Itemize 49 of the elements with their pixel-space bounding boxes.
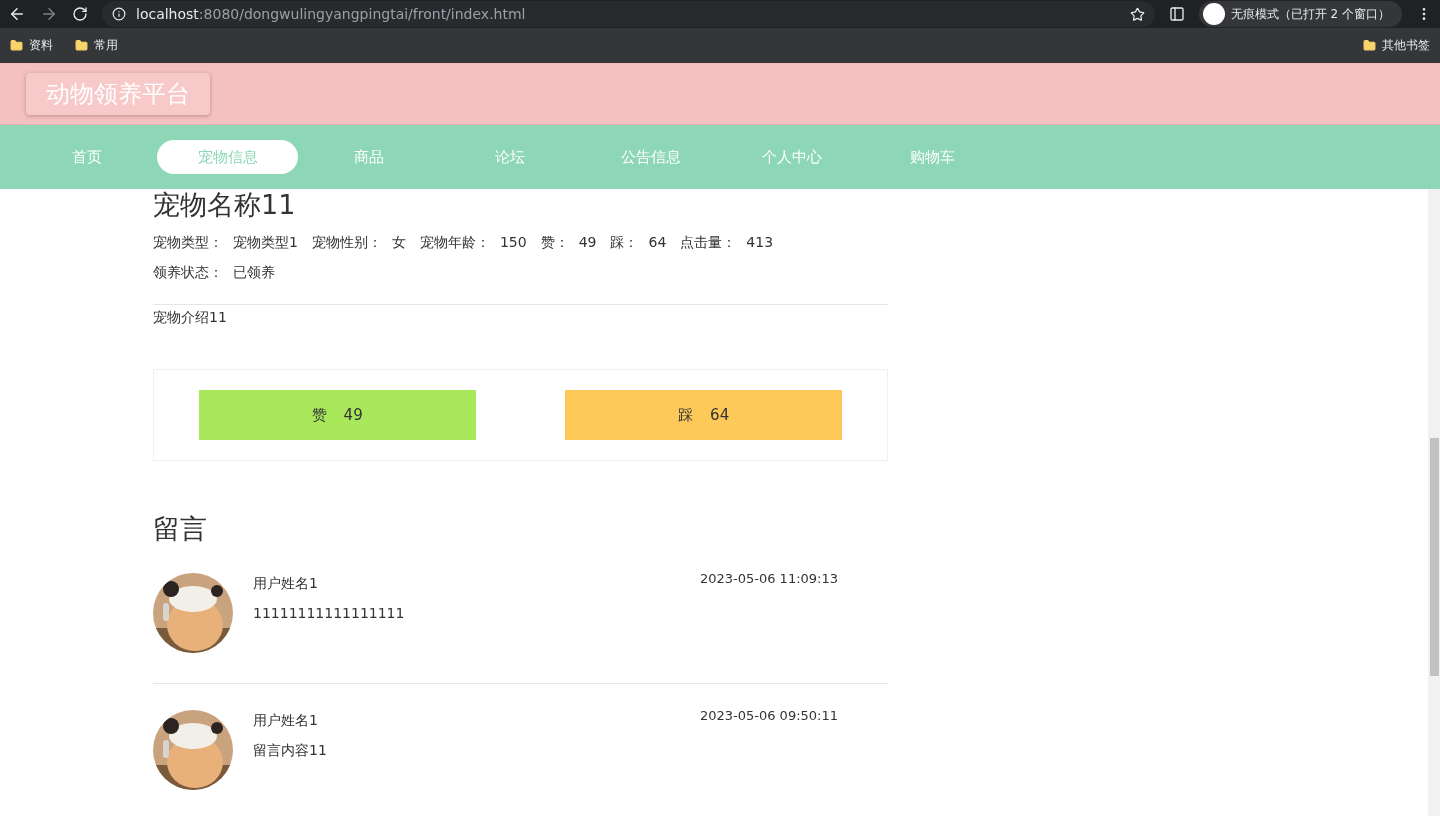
info-icon[interactable] (112, 7, 126, 21)
reload-icon[interactable] (72, 6, 88, 22)
field-value: 413 (746, 233, 774, 252)
scrollbar[interactable] (1428, 189, 1440, 816)
field-value: 64 (648, 233, 667, 252)
nav-tab[interactable]: 首页 (16, 140, 157, 174)
comment-time: 2023-05-06 11:09:13 (699, 571, 838, 588)
field-label: 宠物性别： (311, 233, 382, 252)
bookmark[interactable]: 资料 (29, 37, 53, 54)
field-value: 150 (499, 233, 527, 252)
nav-tab[interactable]: 个人中心 (721, 140, 862, 174)
field-label: 宠物类型： (153, 233, 223, 252)
bookmark[interactable]: 其他书签 (1382, 37, 1430, 54)
nav-tab[interactable]: 购物车 (862, 140, 1003, 174)
star-icon[interactable] (1129, 6, 1145, 22)
forward-icon[interactable] (40, 5, 58, 23)
field-value: 已领养 (233, 263, 275, 282)
folder-icon (10, 39, 23, 52)
address-bar[interactable]: localhost:8080/dongwulingyangpingtai/front/index.html (102, 1, 1155, 27)
field-value: 女 (391, 233, 406, 252)
nav-tab[interactable]: 公告信息 (580, 140, 721, 174)
url-host: localhost (136, 6, 199, 22)
field-label: 宠物年龄： (419, 233, 490, 252)
incognito-badge[interactable]: 无痕模式（已打开 2 个窗口） (1198, 1, 1402, 27)
url-path: :8080/dongwulingyangpingtai/front/index.html (198, 6, 526, 22)
folder-icon (75, 39, 88, 52)
pet-intro: 宠物介绍11 (153, 309, 228, 327)
folder-icon (1363, 39, 1376, 52)
field-label: 赞： (540, 233, 569, 252)
field-value: 宠物类型1 (233, 233, 298, 252)
user-name: 用户姓名1 (253, 712, 318, 730)
nav-tab[interactable]: 商品 (298, 140, 439, 174)
field-value: 49 (578, 233, 597, 252)
side-panel-icon[interactable] (1168, 6, 1185, 22)
nav-tab[interactable]: 宠物信息 (157, 140, 298, 174)
field-label: 踩： (610, 233, 639, 252)
bookmark[interactable]: 常用 (94, 37, 118, 54)
nav-tab[interactable]: 论坛 (439, 140, 580, 174)
comment-text: 11111111111111111 (253, 605, 406, 621)
back-icon[interactable] (8, 5, 26, 23)
user-name: 用户姓名1 (253, 575, 318, 593)
section-title: 留言 (153, 512, 208, 546)
pet-name: 宠物名称11 (153, 189, 297, 221)
field-label: 领养状态： (153, 263, 223, 282)
like-button[interactable]: 赞 49 (198, 390, 476, 440)
field-label: 点击量： (680, 233, 737, 252)
comment-time: 2023-05-06 09:50:11 (699, 708, 838, 725)
dislike-button[interactable]: 踩 64 (565, 390, 843, 440)
comment-text: 留言内容11 (253, 742, 328, 760)
